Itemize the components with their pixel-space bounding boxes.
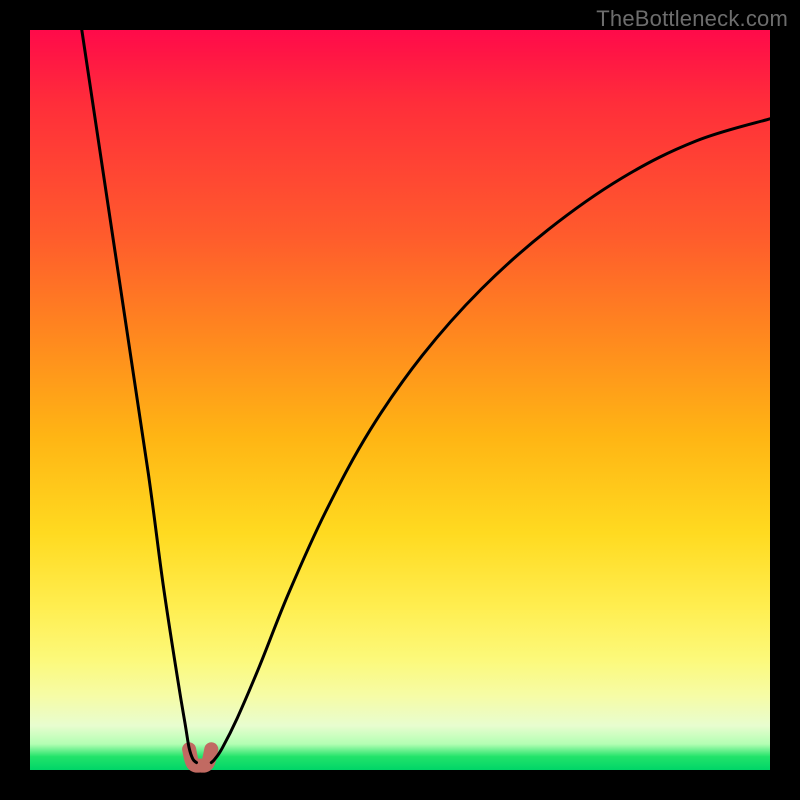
right-branch-path xyxy=(211,119,770,763)
chart-frame: TheBottleneck.com xyxy=(0,0,800,800)
left-branch-path xyxy=(82,30,197,763)
watermark-text: TheBottleneck.com xyxy=(596,6,788,32)
curve-layer xyxy=(30,30,770,770)
plot-area xyxy=(30,30,770,770)
